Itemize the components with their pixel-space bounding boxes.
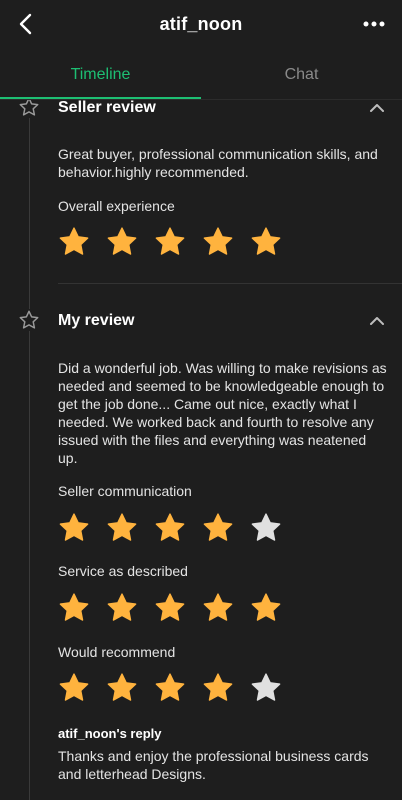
seller-review-section: Seller review Great buyer, professional … [0,100,402,290]
star-filled-icon [203,227,233,255]
page-title: atif_noon [159,13,243,34]
reply-text: Thanks and enjoy the professional busine… [58,748,369,782]
back-button[interactable] [12,10,40,38]
more-options-button[interactable] [360,10,388,38]
star-filled-icon [107,673,137,701]
seller-communication-stars [58,512,282,544]
star-filled-icon [155,513,185,541]
star-filled-icon [203,673,233,701]
star-filled-icon [155,673,185,701]
section-divider [58,283,402,284]
star-filled-icon [59,593,89,621]
tab-timeline[interactable]: Timeline [0,50,201,100]
my-review-text: Did a wonderful job. Was willing to make… [58,360,387,466]
star-empty-icon [251,673,281,701]
star-filled-icon [251,593,281,621]
reply-title: atif_noon's reply [58,726,162,741]
seller-review-title: Seller review [58,100,156,116]
star-filled-icon [107,513,137,541]
service-as-described-stars [58,592,282,624]
chevron-up-icon[interactable] [368,312,386,330]
seller-review-text: Great buyer, professional communication … [58,146,378,180]
star-filled-icon [59,673,89,701]
tab-chat[interactable]: Chat [201,50,402,100]
star-filled-icon [203,593,233,621]
rating-label-seller-communication: Seller communication [58,483,192,499]
overall-experience-label: Overall experience [58,198,175,214]
star-filled-icon [59,513,89,541]
star-filled-icon [251,227,281,255]
overall-experience-stars [58,226,282,258]
would-recommend-stars [58,672,282,704]
star-filled-icon [107,227,137,255]
top-bar: atif_noon [0,0,402,48]
chevron-left-icon [19,13,32,35]
star-filled-icon [59,227,89,255]
star-filled-icon [155,593,185,621]
rating-label-service-as-described: Service as described [58,563,188,579]
more-horizontal-icon [363,21,385,27]
star-empty-icon [251,513,281,541]
star-filled-icon [203,513,233,541]
my-review-title: My review [58,312,135,329]
star-filled-icon [107,593,137,621]
star-outline-icon [18,100,40,118]
rating-label-would-recommend: Would recommend [58,644,176,660]
timeline-content[interactable]: Seller review Great buyer, professional … [0,100,402,800]
star-outline-icon [18,309,40,331]
chevron-up-icon[interactable] [368,100,386,117]
star-filled-icon [155,227,185,255]
tab-bar: Timeline Chat [0,50,402,100]
